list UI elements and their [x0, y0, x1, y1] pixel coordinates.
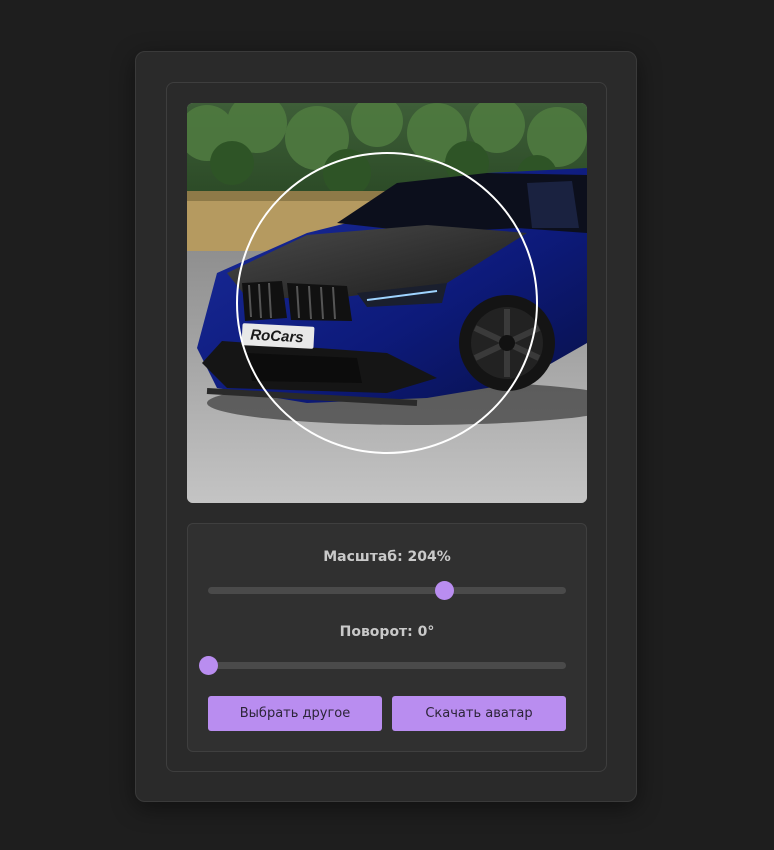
image-preview[interactable]: RoCars: [187, 103, 587, 503]
rotate-slider-thumb[interactable]: [198, 656, 218, 675]
avatar-editor-card: RoCars Масштаб: 204% Поворот: 0° Выбрать…: [135, 51, 637, 802]
zoom-slider[interactable]: [208, 581, 566, 600]
plate-watermark: RoCars: [250, 327, 304, 347]
zoom-label: Масштаб: 204%: [323, 549, 451, 565]
rotate-slider[interactable]: [198, 656, 566, 675]
rotate-label: Поворот: 0°: [339, 624, 435, 640]
car-photo: RoCars: [187, 103, 587, 503]
zoom-slider-thumb[interactable]: [434, 581, 454, 600]
download-avatar-button[interactable]: Скачать аватар: [392, 696, 566, 731]
choose-another-button[interactable]: Выбрать другое: [208, 696, 382, 731]
controls-panel: Масштаб: 204% Поворот: 0° Выбрать другое…: [187, 523, 587, 752]
editor-frame: RoCars Масштаб: 204% Поворот: 0° Выбрать…: [166, 82, 607, 772]
